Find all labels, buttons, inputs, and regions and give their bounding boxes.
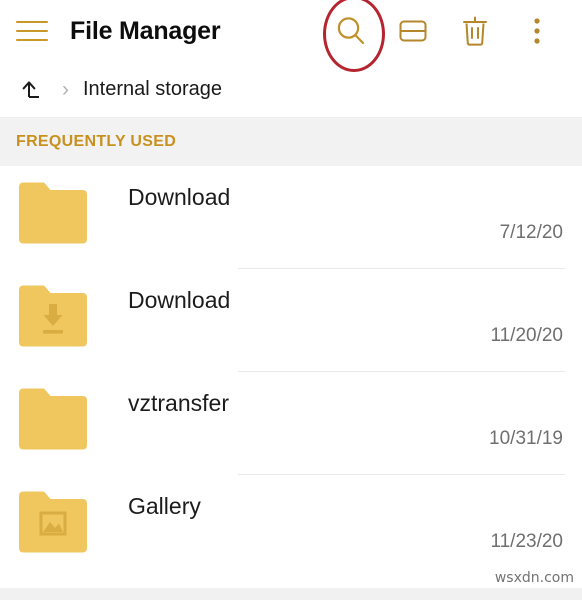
hamburger-bar — [16, 39, 48, 41]
section-header-frequently-used: FREQUENTLY USED — [0, 118, 582, 166]
trash-button[interactable] — [444, 3, 506, 59]
list-item[interactable]: vztransfer 10/31/19 — [0, 372, 582, 475]
page-title: File Manager — [70, 16, 221, 45]
file-name: Download — [128, 287, 231, 313]
up-level-button[interactable] — [16, 73, 50, 107]
hamburger-bar — [16, 30, 48, 32]
file-date: 10/31/19 — [489, 428, 563, 449]
breadcrumb: › Internal storage — [0, 62, 582, 118]
list-item[interactable]: Gallery 11/23/20 — [0, 475, 582, 578]
breadcrumb-path-internal-storage[interactable]: Internal storage — [79, 78, 222, 101]
file-name: vztransfer — [128, 390, 229, 416]
folder-plain-icon — [16, 386, 90, 452]
up-level-arrow-icon — [22, 80, 39, 98]
list-item[interactable]: Download 7/12/20 — [0, 166, 582, 269]
list-item-content: vztransfer 10/31/19 — [128, 372, 582, 475]
more-options-button[interactable] — [506, 3, 568, 59]
file-name: Gallery — [128, 493, 201, 519]
search-button[interactable] — [320, 0, 385, 72]
hamburger-menu-icon[interactable] — [16, 16, 50, 46]
list-item-content: Download 7/12/20 — [128, 166, 582, 269]
list-item[interactable]: Download 11/20/20 — [0, 269, 582, 372]
trash-icon — [463, 16, 487, 46]
folder-plain-icon — [16, 180, 90, 246]
app-bar-actions — [320, 0, 568, 72]
bottom-bar — [0, 588, 582, 600]
file-date: 11/20/20 — [490, 325, 563, 346]
file-name: Download — [128, 184, 231, 210]
file-date: 11/23/20 — [490, 531, 563, 552]
search-icon — [337, 17, 365, 45]
hamburger-bar — [16, 21, 48, 23]
file-list: Download 7/12/20 Download 11/20/20 vztra… — [0, 166, 582, 578]
more-vertical-icon — [534, 18, 540, 44]
list-item-content: Download 11/20/20 — [128, 269, 582, 372]
breadcrumb-separator: › — [62, 78, 69, 101]
watermark: wsxdn.com — [494, 570, 574, 586]
app-bar: File Manager — [0, 0, 582, 72]
split-view-button[interactable] — [382, 3, 444, 59]
folder-download-icon — [16, 283, 90, 349]
file-date: 7/12/20 — [499, 222, 563, 243]
folder-image-icon — [16, 489, 90, 555]
list-item-content: Gallery 11/23/20 — [128, 475, 582, 578]
split-view-icon — [399, 20, 427, 42]
